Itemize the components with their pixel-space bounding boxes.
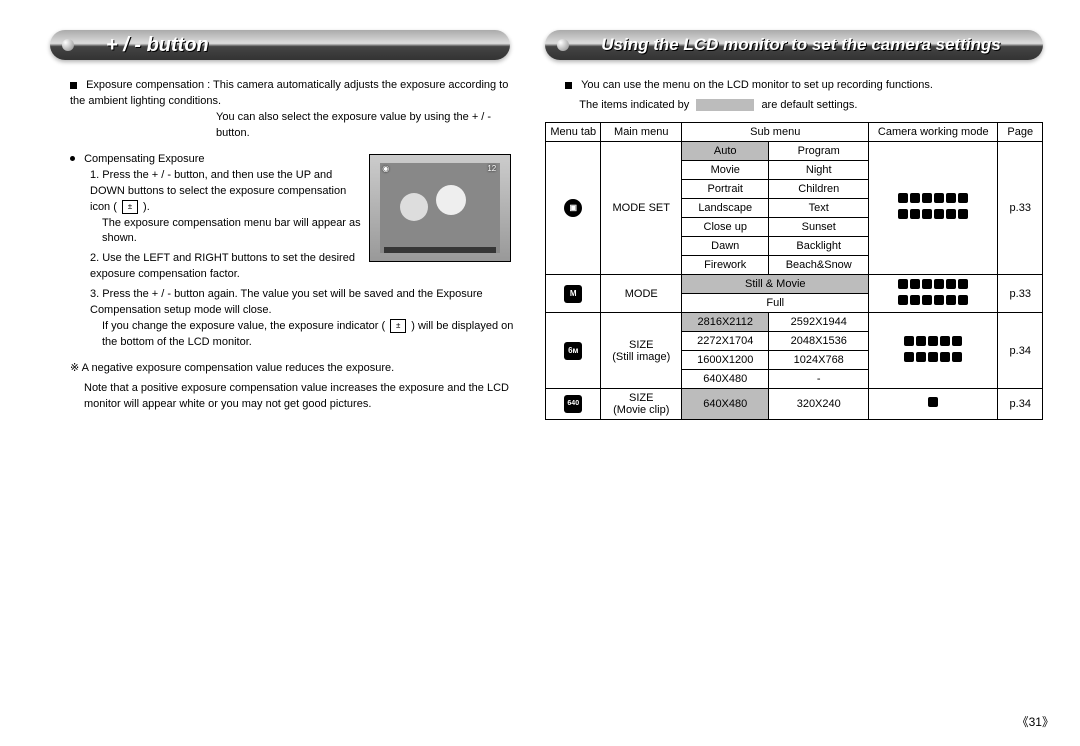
page-number: 31 [1017, 713, 1054, 730]
compensating-heading: Compensating Exposure [84, 153, 204, 165]
exposure-intro: Exposure compensation : This camera auto… [70, 78, 515, 142]
submenu-cell: 2592X1944 [769, 313, 869, 332]
lcd-intro-1: You can use the menu on the LCD monitor … [581, 79, 933, 91]
negative-ev-note: A negative exposure compensation value r… [70, 361, 515, 377]
lcd-intro-2a: The items indicated by [579, 99, 689, 111]
heading-right-title: Using the LCD monitor to set the camera … [601, 35, 1001, 55]
lcd-ev-bar [384, 247, 496, 253]
table-row: 6м SIZE (Still image) 2816X2112 2592X194… [546, 313, 1043, 332]
square-bullet-icon [565, 79, 578, 91]
main-menu-cell: MODE [601, 274, 682, 312]
6m-tab-icon: 6м [564, 342, 582, 360]
th-mode: Camera working mode [869, 122, 998, 141]
page-cell: p.34 [998, 389, 1043, 420]
tab-icon-cell: 6м [546, 313, 601, 389]
lcd-mode-icon: ◉ [382, 163, 389, 175]
tab-icon-cell: ▣ [546, 141, 601, 274]
ev-icon: ± [122, 200, 138, 214]
mode-icons-cell [869, 313, 998, 389]
submenu-cell: 320X240 [769, 389, 869, 420]
heading-bar-right: Using the LCD monitor to set the camera … [545, 30, 1043, 60]
submenu-cell: Program [769, 141, 869, 160]
page-cell: p.33 [998, 141, 1043, 274]
heading-dot-icon [62, 39, 74, 51]
left-column: + / - button Exposure compensation : Thi… [50, 30, 515, 423]
mode-icons-cell [869, 141, 998, 274]
default-swatch [696, 99, 754, 111]
lcd-shots-left: 12 [487, 163, 496, 175]
th-main-menu: Main menu [601, 122, 682, 141]
settings-table: Menu tab Main menu Sub menu Camera worki… [545, 122, 1043, 420]
tab-icon-cell: M [546, 274, 601, 312]
submenu-cell: 2816X2112 [682, 313, 769, 332]
exposure-intro-text2: You can also select the exposure value b… [216, 110, 515, 142]
table-row: 640 SIZE (Movie clip) 640X480 320X240 p.… [546, 389, 1043, 420]
lcd-preview: ◉ 12 [369, 154, 511, 262]
table-row: ▣ MODE SET Auto Program p.33 [546, 141, 1043, 160]
submenu-cell: 640X480 [682, 389, 769, 420]
right-column: Using the LCD monitor to set the camera … [545, 30, 1060, 423]
submenu-cell: Full [682, 294, 869, 313]
page-cell: p.34 [998, 313, 1043, 389]
page-cell: p.33 [998, 274, 1043, 312]
table-header-row: Menu tab Main menu Sub menu Camera worki… [546, 122, 1043, 141]
exposure-intro-label: Exposure compensation : [86, 79, 213, 91]
ev-icon: ± [390, 319, 406, 333]
square-bullet-icon [70, 79, 83, 91]
main-menu-cell: SIZE (Movie clip) [601, 389, 682, 420]
table-row: M MODE Still & Movie p.33 [546, 274, 1043, 293]
submenu-cell: Still & Movie [682, 274, 869, 293]
lcd-intro-2b: are default settings. [761, 99, 857, 111]
mode-icons-cell [869, 389, 998, 420]
positive-ev-note: Note that a positive exposure compensati… [84, 381, 515, 413]
dot-bullet-icon [70, 153, 81, 165]
th-menu-tab: Menu tab [546, 122, 601, 141]
submenu-cell: Auto [682, 141, 769, 160]
heading-dot-icon [557, 39, 569, 51]
640-tab-icon: 640 [564, 395, 582, 413]
heading-bar-left: + / - button [50, 30, 510, 60]
step-3: 3. Press the + / - button again. The val… [90, 287, 515, 351]
main-menu-cell: MODE SET [601, 141, 682, 274]
main-menu-cell: SIZE (Still image) [601, 313, 682, 389]
camera-tab-icon: ▣ [564, 199, 582, 217]
manual-page: + / - button Exposure compensation : Thi… [0, 0, 1080, 746]
heading-left-title: + / - button [106, 34, 209, 57]
tab-icon-cell: 640 [546, 389, 601, 420]
th-page: Page [998, 122, 1043, 141]
mode-icons-cell [869, 274, 998, 312]
m-tab-icon: M [564, 285, 582, 303]
th-sub-menu: Sub menu [682, 122, 869, 141]
